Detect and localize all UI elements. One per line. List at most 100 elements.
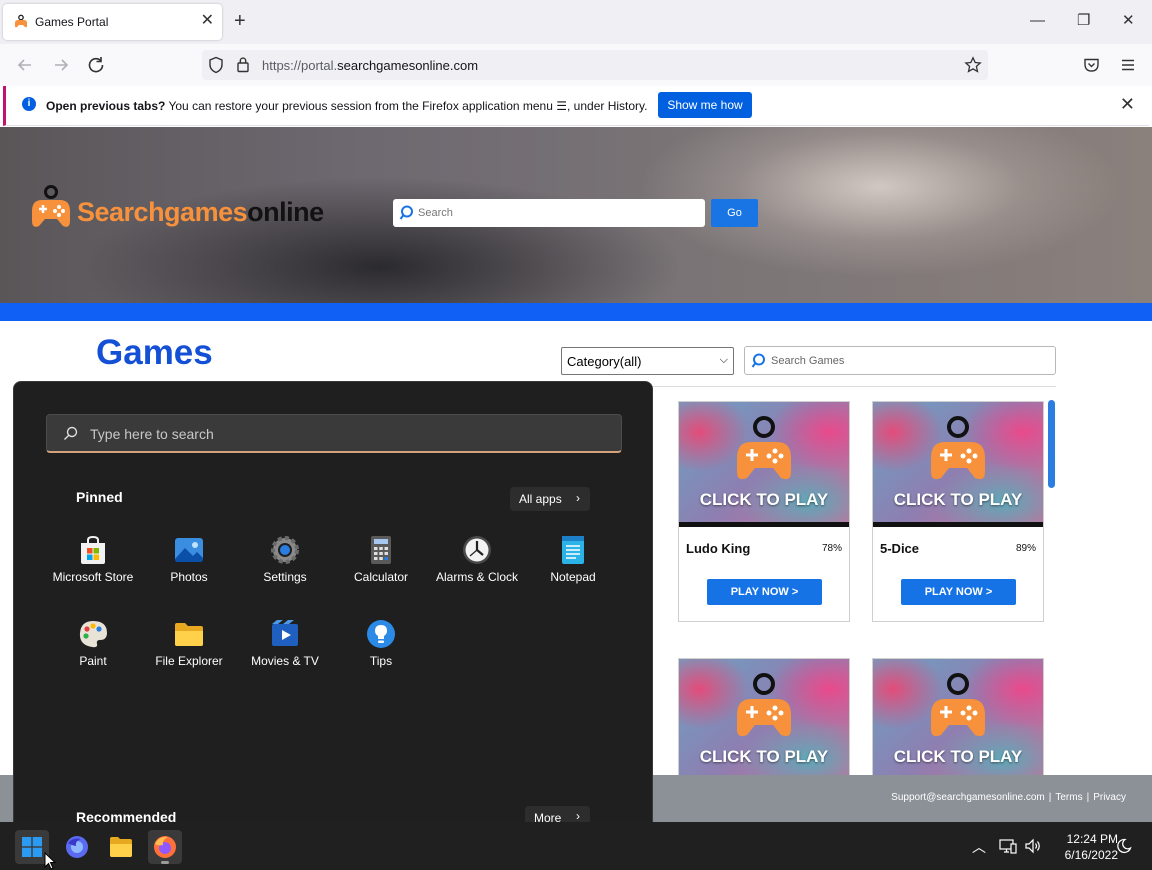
game-card[interactable]: CLICK TO PLAY Ludo King 78% PLAY NOW > xyxy=(678,401,850,622)
gamepad-icon xyxy=(737,416,791,480)
chevron-right-icon: › xyxy=(576,491,580,505)
tab-title: Games Portal xyxy=(35,15,109,29)
game-thumbnail[interactable]: CLICK TO PLAY xyxy=(679,402,849,527)
firefox-icon xyxy=(66,836,88,858)
games-scrollbar[interactable] xyxy=(1048,400,1055,488)
games-search-input[interactable]: Search Games xyxy=(744,346,1056,375)
app-alarms-clock[interactable]: Alarms & Clock xyxy=(429,534,525,614)
system-clock[interactable]: 12:24 PM 6/16/2022 xyxy=(1046,831,1118,863)
taskbar-firefox-browser[interactable] xyxy=(60,830,94,864)
app-microsoft-store[interactable]: Microsoft Store xyxy=(45,534,141,614)
game-rating: 78% xyxy=(821,543,842,554)
game-thumbnail[interactable]: CLICK TO PLAY xyxy=(873,659,1043,784)
back-icon[interactable] xyxy=(14,54,36,76)
privacy-link[interactable]: Privacy xyxy=(1093,792,1126,803)
windows-logo-icon xyxy=(22,837,42,857)
footer-links: Support@searchgamesonline.com | Terms | Priv… xyxy=(891,792,1126,803)
game-thumbnail[interactable]: CLICK TO PLAY xyxy=(873,402,1043,527)
restore-icon[interactable]: ❐ xyxy=(1077,12,1090,30)
volume-icon[interactable] xyxy=(1024,838,1042,854)
chevron-down-icon: ⌵ xyxy=(719,354,728,366)
new-tab-icon[interactable]: + xyxy=(234,10,246,32)
game-thumbnail[interactable]: CLICK TO PLAY xyxy=(679,659,849,784)
blue-band xyxy=(0,303,1152,321)
divider xyxy=(653,386,1056,387)
firefox-icon xyxy=(154,836,176,858)
click-to-play-text: CLICK TO PLAY xyxy=(699,747,829,766)
gamepad-icon xyxy=(737,673,791,737)
running-indicator xyxy=(161,861,169,864)
notification-text: Open previous tabs? You can restore your… xyxy=(46,99,648,113)
category-select[interactable]: Category(all) ⌵ xyxy=(561,347,734,375)
shield-icon[interactable] xyxy=(208,56,224,74)
click-to-play-text: CLICK TO PLAY xyxy=(699,490,829,509)
gamepad-logo-icon xyxy=(32,185,70,227)
pocket-icon[interactable] xyxy=(1083,57,1100,73)
start-menu: Type here to search Pinned All apps › Mic… xyxy=(13,381,653,831)
click-to-play-text: CLICK TO PLAY xyxy=(893,747,1023,766)
mouse-cursor-icon xyxy=(44,852,56,870)
app-movies-tv[interactable]: Movies & TV xyxy=(237,618,333,698)
menu-icon[interactable] xyxy=(1120,57,1136,73)
show-me-how-button[interactable]: Show me how xyxy=(658,92,752,118)
game-card[interactable]: CLICK TO PLAY 5-Dice 89% PLAY NOW > xyxy=(872,401,1044,622)
play-now-button[interactable]: PLAY NOW > xyxy=(901,579,1016,605)
hero-go-button[interactable]: Go xyxy=(711,199,758,227)
gamepad-favicon-icon xyxy=(15,14,27,28)
gamepad-icon xyxy=(931,416,985,480)
hero-search-input[interactable]: Search xyxy=(393,199,705,227)
games-heading: Games xyxy=(96,333,213,372)
taskbar-firefox[interactable] xyxy=(148,830,182,864)
url-bar[interactable]: https://portal.searchgamesonline.com xyxy=(202,50,988,80)
search-icon xyxy=(751,353,765,368)
start-search-input[interactable]: Type here to search xyxy=(46,414,622,453)
reload-icon[interactable] xyxy=(85,54,107,76)
navigation-toolbar: https://portal.searchgamesonline.com xyxy=(0,44,1152,86)
search-icon xyxy=(399,205,413,220)
game-name: Ludo King xyxy=(686,541,751,556)
close-window-icon[interactable]: ✕ xyxy=(1122,12,1135,30)
app-notepad[interactable]: Notepad xyxy=(525,534,621,614)
pinned-heading: Pinned xyxy=(76,489,123,505)
tab-games-portal[interactable]: Games Portal ✕ xyxy=(3,4,222,40)
folder-icon xyxy=(110,837,132,857)
click-to-play-text: CLICK TO PLAY xyxy=(893,490,1023,509)
notepad-icon xyxy=(562,536,584,564)
taskbar-file-explorer[interactable] xyxy=(104,830,138,864)
clock-date: 6/16/2022 xyxy=(1064,848,1118,862)
terms-link[interactable]: Terms xyxy=(1055,792,1082,803)
bookmark-star-icon[interactable] xyxy=(964,56,982,74)
tab-bar: Games Portal ✕ + — ❐ ✕ xyxy=(0,0,1152,44)
show-hidden-icons-icon[interactable]: ︿ xyxy=(972,837,986,857)
taskbar: ︿ 12:24 PM 6/16/2022 xyxy=(0,822,1152,870)
url-text[interactable]: https://portal.searchgamesonline.com xyxy=(262,58,478,73)
site-logo[interactable]: Searchgamesonline xyxy=(77,197,324,228)
lock-icon[interactable] xyxy=(236,56,250,73)
app-photos[interactable]: Photos xyxy=(141,534,237,614)
settings-icon xyxy=(271,536,299,564)
calculator-icon xyxy=(371,536,391,564)
support-email-link[interactable]: Support@searchgamesonline.com xyxy=(891,792,1045,803)
play-now-button[interactable]: PLAY NOW > xyxy=(707,579,822,605)
folder-icon xyxy=(175,623,203,646)
all-apps-button[interactable]: All apps › xyxy=(510,487,590,511)
close-tab-icon[interactable]: ✕ xyxy=(201,12,214,30)
network-icon[interactable] xyxy=(999,838,1017,854)
forward-icon[interactable] xyxy=(50,54,72,76)
search-icon xyxy=(64,426,78,440)
focus-assist-icon[interactable] xyxy=(1116,838,1132,854)
close-notification-icon[interactable]: ✕ xyxy=(1120,94,1135,115)
paint-icon xyxy=(79,621,107,648)
restore-session-notification: i Open previous tabs? You can restore yo… xyxy=(3,86,1149,126)
app-calculator[interactable]: Calculator xyxy=(333,534,429,614)
app-paint[interactable]: Paint xyxy=(45,618,141,698)
minimize-icon[interactable]: — xyxy=(1030,12,1045,30)
app-settings[interactable]: Settings xyxy=(237,534,333,614)
store-icon xyxy=(81,535,105,564)
app-file-explorer[interactable]: File Explorer xyxy=(141,618,237,698)
app-tips[interactable]: Tips xyxy=(333,618,429,698)
tips-icon xyxy=(367,620,395,648)
gamepad-icon xyxy=(931,673,985,737)
hamburger-menu-icon: ☰ xyxy=(556,99,568,113)
game-rating: 89% xyxy=(1015,543,1036,554)
